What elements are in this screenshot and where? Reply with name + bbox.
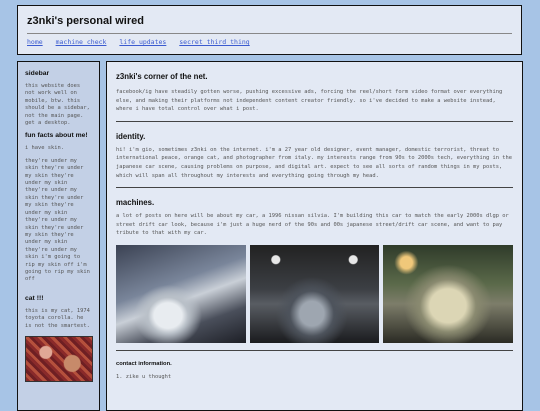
section-divider: [116, 187, 513, 189]
nav-link-home[interactable]: home: [27, 38, 43, 46]
header-divider: [27, 33, 512, 34]
car-photo-tunnel[interactable]: [116, 244, 246, 343]
nav-link-life-updates[interactable]: life updates: [119, 38, 166, 46]
sidebar-mobile-notice: this website does not work well on mobil…: [25, 83, 90, 127]
cat-description: this is my cat, 1974 toyota corolla. he …: [25, 307, 90, 329]
main-content[interactable]: z3nki's corner of the net. facebook/ig h…: [106, 61, 523, 411]
contact-item: 1. zike u thought: [116, 373, 172, 380]
contact-heading: contact information.: [116, 360, 172, 367]
contact-list: 1. zike u thought: [116, 373, 513, 381]
machines-paragraph: a lot of posts on here will be about my …: [116, 213, 509, 237]
car-photo-gallery: [116, 244, 514, 343]
car-photo-night[interactable]: [383, 244, 514, 343]
car-photo-garage[interactable]: [249, 244, 380, 343]
sidebar[interactable]: sidebar this website does not work well …: [17, 61, 100, 411]
fun-fact-under-skin: they're under my skin they're under my s…: [25, 157, 90, 283]
fun-fact-skin: i have skin.: [25, 145, 64, 152]
identity-paragraph: hi! i'm gio, sometimes z3nki on the inte…: [116, 146, 512, 179]
corner-paragraph: facebook/ig have steadily gotten worse, …: [116, 89, 503, 113]
section-divider: [116, 120, 513, 122]
cat-heading: cat !!!: [25, 294, 44, 302]
nav-link-machine-check[interactable]: machine check: [56, 38, 107, 46]
main-nav: home machine check life updates secret t…: [27, 38, 259, 46]
cat-photo: [25, 335, 93, 382]
site-title: z3nki's personal wired: [27, 15, 144, 27]
fun-facts-heading: fun facts about me!: [25, 132, 88, 140]
nav-link-secret-third-thing[interactable]: secret third thing: [179, 38, 249, 46]
site-header: z3nki's personal wired home machine chec…: [17, 5, 522, 55]
identity-heading: identity.: [116, 131, 146, 141]
sidebar-heading: sidebar: [25, 70, 50, 77]
section-divider: [116, 349, 513, 351]
corner-heading: z3nki's corner of the net.: [116, 72, 208, 81]
machines-heading: machines.: [116, 198, 155, 208]
